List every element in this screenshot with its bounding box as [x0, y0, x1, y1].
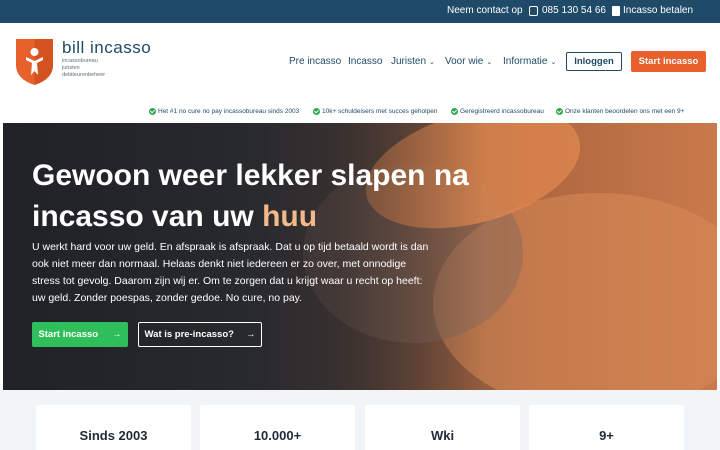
what-is-pre-incasso-button[interactable]: Wat is pre-incasso? →	[138, 322, 262, 347]
tagline-line: debiteurenbeheer	[62, 72, 106, 78]
usp-text: Geregistreerd incassobureau	[460, 108, 544, 115]
logo-shield-icon[interactable]	[14, 37, 55, 86]
check-icon	[556, 108, 563, 115]
usp-text: 10k+ schuldeisers met succes geholpen	[322, 108, 438, 115]
nav-label: Informatie	[503, 56, 548, 67]
nav-juristen[interactable]: Juristen ⌄	[391, 56, 435, 67]
stat-value: 9+	[599, 428, 614, 443]
usp-text: Onze klanten beoordelen ons met een 9+	[565, 108, 685, 115]
document-icon	[612, 6, 620, 16]
chevron-down-icon: ⌄	[550, 59, 557, 66]
phone-icon	[529, 6, 538, 16]
start-incasso-button[interactable]: Start incasso	[631, 51, 706, 72]
stat-card: 10.000+	[200, 405, 355, 450]
tagline-line: juristen	[62, 65, 80, 71]
nav-incasso[interactable]: Incasso	[348, 56, 382, 67]
stat-value: 10.000+	[253, 428, 302, 443]
usp-item: Het #1 no cure no pay incassobureau sind…	[149, 108, 299, 115]
usp-item: Onze klanten beoordelen ons met een 9+	[556, 108, 684, 115]
usp-text: Het #1 no cure no pay incassobureau sind…	[158, 108, 300, 115]
check-icon	[313, 108, 320, 115]
button-label: Start incasso	[38, 329, 99, 340]
phone-link[interactable]: 085 130 54 66	[542, 5, 606, 16]
hero-title-text: Gewoon weer lekker slapen na incasso van…	[32, 159, 469, 233]
nav-pre-incasso[interactable]: Pre incasso	[289, 56, 341, 67]
hero-start-button[interactable]: Start incasso →	[32, 322, 128, 347]
chevron-down-icon: ⌄	[429, 59, 435, 66]
login-button[interactable]: Inloggen	[566, 52, 622, 71]
brand-name[interactable]: bill incasso	[62, 38, 151, 58]
hero-banner: Gewoon weer lekker slapen na incasso van…	[3, 123, 717, 390]
nav-label: Juristen	[391, 56, 427, 67]
stat-card: Sinds 2003	[36, 405, 191, 450]
tagline-line: incassobureau	[62, 58, 98, 64]
usp-item: Geregistreerd incassobureau	[451, 108, 544, 115]
stat-card: Wki	[365, 405, 520, 450]
check-icon	[451, 108, 458, 115]
hero-body: U werkt hard voor uw geld. En afspraak i…	[32, 241, 429, 304]
nav-informatie[interactable]: Informatie ⌄	[503, 56, 556, 67]
pay-invoice-link[interactable]: Incasso betalen	[623, 5, 693, 16]
stat-value: Sinds 2003	[79, 428, 148, 443]
button-label: Wat is pre-incasso?	[144, 329, 234, 340]
check-icon	[149, 108, 156, 115]
chevron-down-icon: ⌄	[486, 59, 493, 66]
stat-card: 9+	[529, 405, 684, 450]
stat-value: Wki	[430, 428, 455, 443]
usp-item: 10k+ schuldeisers met succes geholpen	[313, 108, 437, 115]
contact-link[interactable]: Neem contact op	[447, 5, 523, 16]
nav-label: Voor wie	[445, 56, 484, 67]
arrow-right-icon: →	[245, 329, 256, 340]
nav-voor-wie[interactable]: Voor wie ⌄	[445, 56, 492, 67]
hero-title-highlight: huu	[262, 200, 318, 233]
arrow-right-icon: →	[112, 329, 122, 340]
top-bar: Neem contact op 085 130 54 66 Incasso be…	[0, 0, 720, 23]
hero-title: Gewoon weer lekker slapen na incasso van…	[32, 155, 482, 237]
